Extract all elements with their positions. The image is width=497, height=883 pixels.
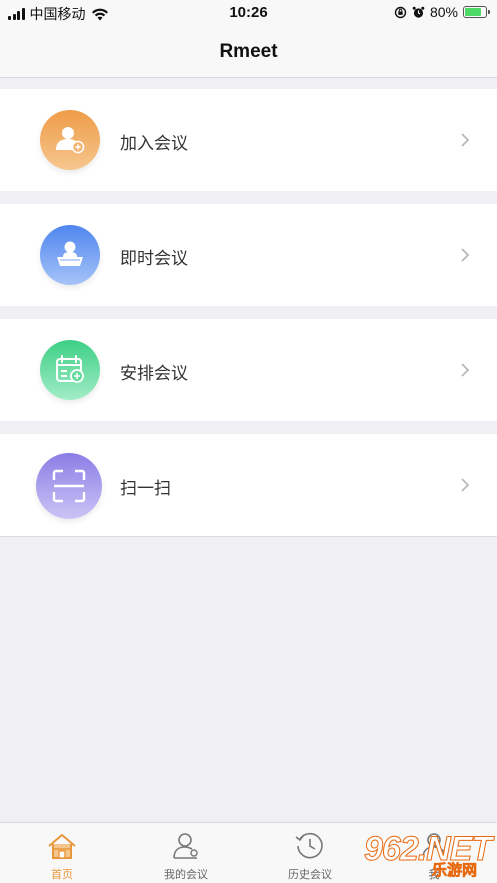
instant-meeting-icon xyxy=(40,225,100,285)
page-title: Rmeet xyxy=(219,40,278,62)
chevron-right-icon xyxy=(461,363,470,377)
menu-item-schedule-meeting[interactable]: 安排会议 xyxy=(0,319,497,421)
tab-history[interactable]: 历史会议 xyxy=(248,823,372,883)
my-meetings-icon xyxy=(173,833,198,859)
nav-bar: Rmeet xyxy=(0,26,497,78)
tab-home[interactable]: 首页 xyxy=(0,823,124,883)
home-icon xyxy=(48,834,76,859)
chevron-right-icon xyxy=(461,248,470,262)
menu-label: 扫一扫 xyxy=(120,479,171,499)
menu-label: 即时会议 xyxy=(120,249,188,269)
battery-icon xyxy=(463,6,490,18)
status-right: 80% xyxy=(394,4,490,20)
chevron-right-icon xyxy=(461,478,470,492)
tab-profile[interactable]: 我 xyxy=(372,823,496,883)
tab-bar: 首页 我的会议 历史会议 我 xyxy=(0,822,497,883)
tab-label: 我的会议 xyxy=(164,868,208,881)
tab-label: 首页 xyxy=(51,868,73,881)
schedule-meeting-icon xyxy=(40,340,100,400)
menu-item-scan[interactable]: 扫一扫 xyxy=(0,434,497,536)
history-icon xyxy=(295,832,323,859)
join-meeting-icon xyxy=(40,110,100,170)
status-bar: 中国移动 10:26 80% xyxy=(0,0,497,26)
menu-label: 安排会议 xyxy=(120,364,188,384)
battery-fill xyxy=(465,8,481,16)
battery-percent: 80% xyxy=(429,4,458,20)
chevron-right-icon xyxy=(461,133,470,147)
tab-label: 我 xyxy=(428,868,440,881)
list-divider xyxy=(0,536,497,537)
tab-label: 历史会议 xyxy=(288,868,332,881)
menu-item-join-meeting[interactable]: 加入会议 xyxy=(0,89,497,191)
tab-my-meetings[interactable]: 我的会议 xyxy=(124,823,248,883)
menu-item-instant-meeting[interactable]: 即时会议 xyxy=(0,204,497,306)
orientation-lock-icon xyxy=(394,6,407,18)
scan-icon xyxy=(36,453,102,519)
profile-icon xyxy=(422,833,446,859)
menu-label: 加入会议 xyxy=(120,134,188,154)
alarm-icon xyxy=(412,6,425,18)
